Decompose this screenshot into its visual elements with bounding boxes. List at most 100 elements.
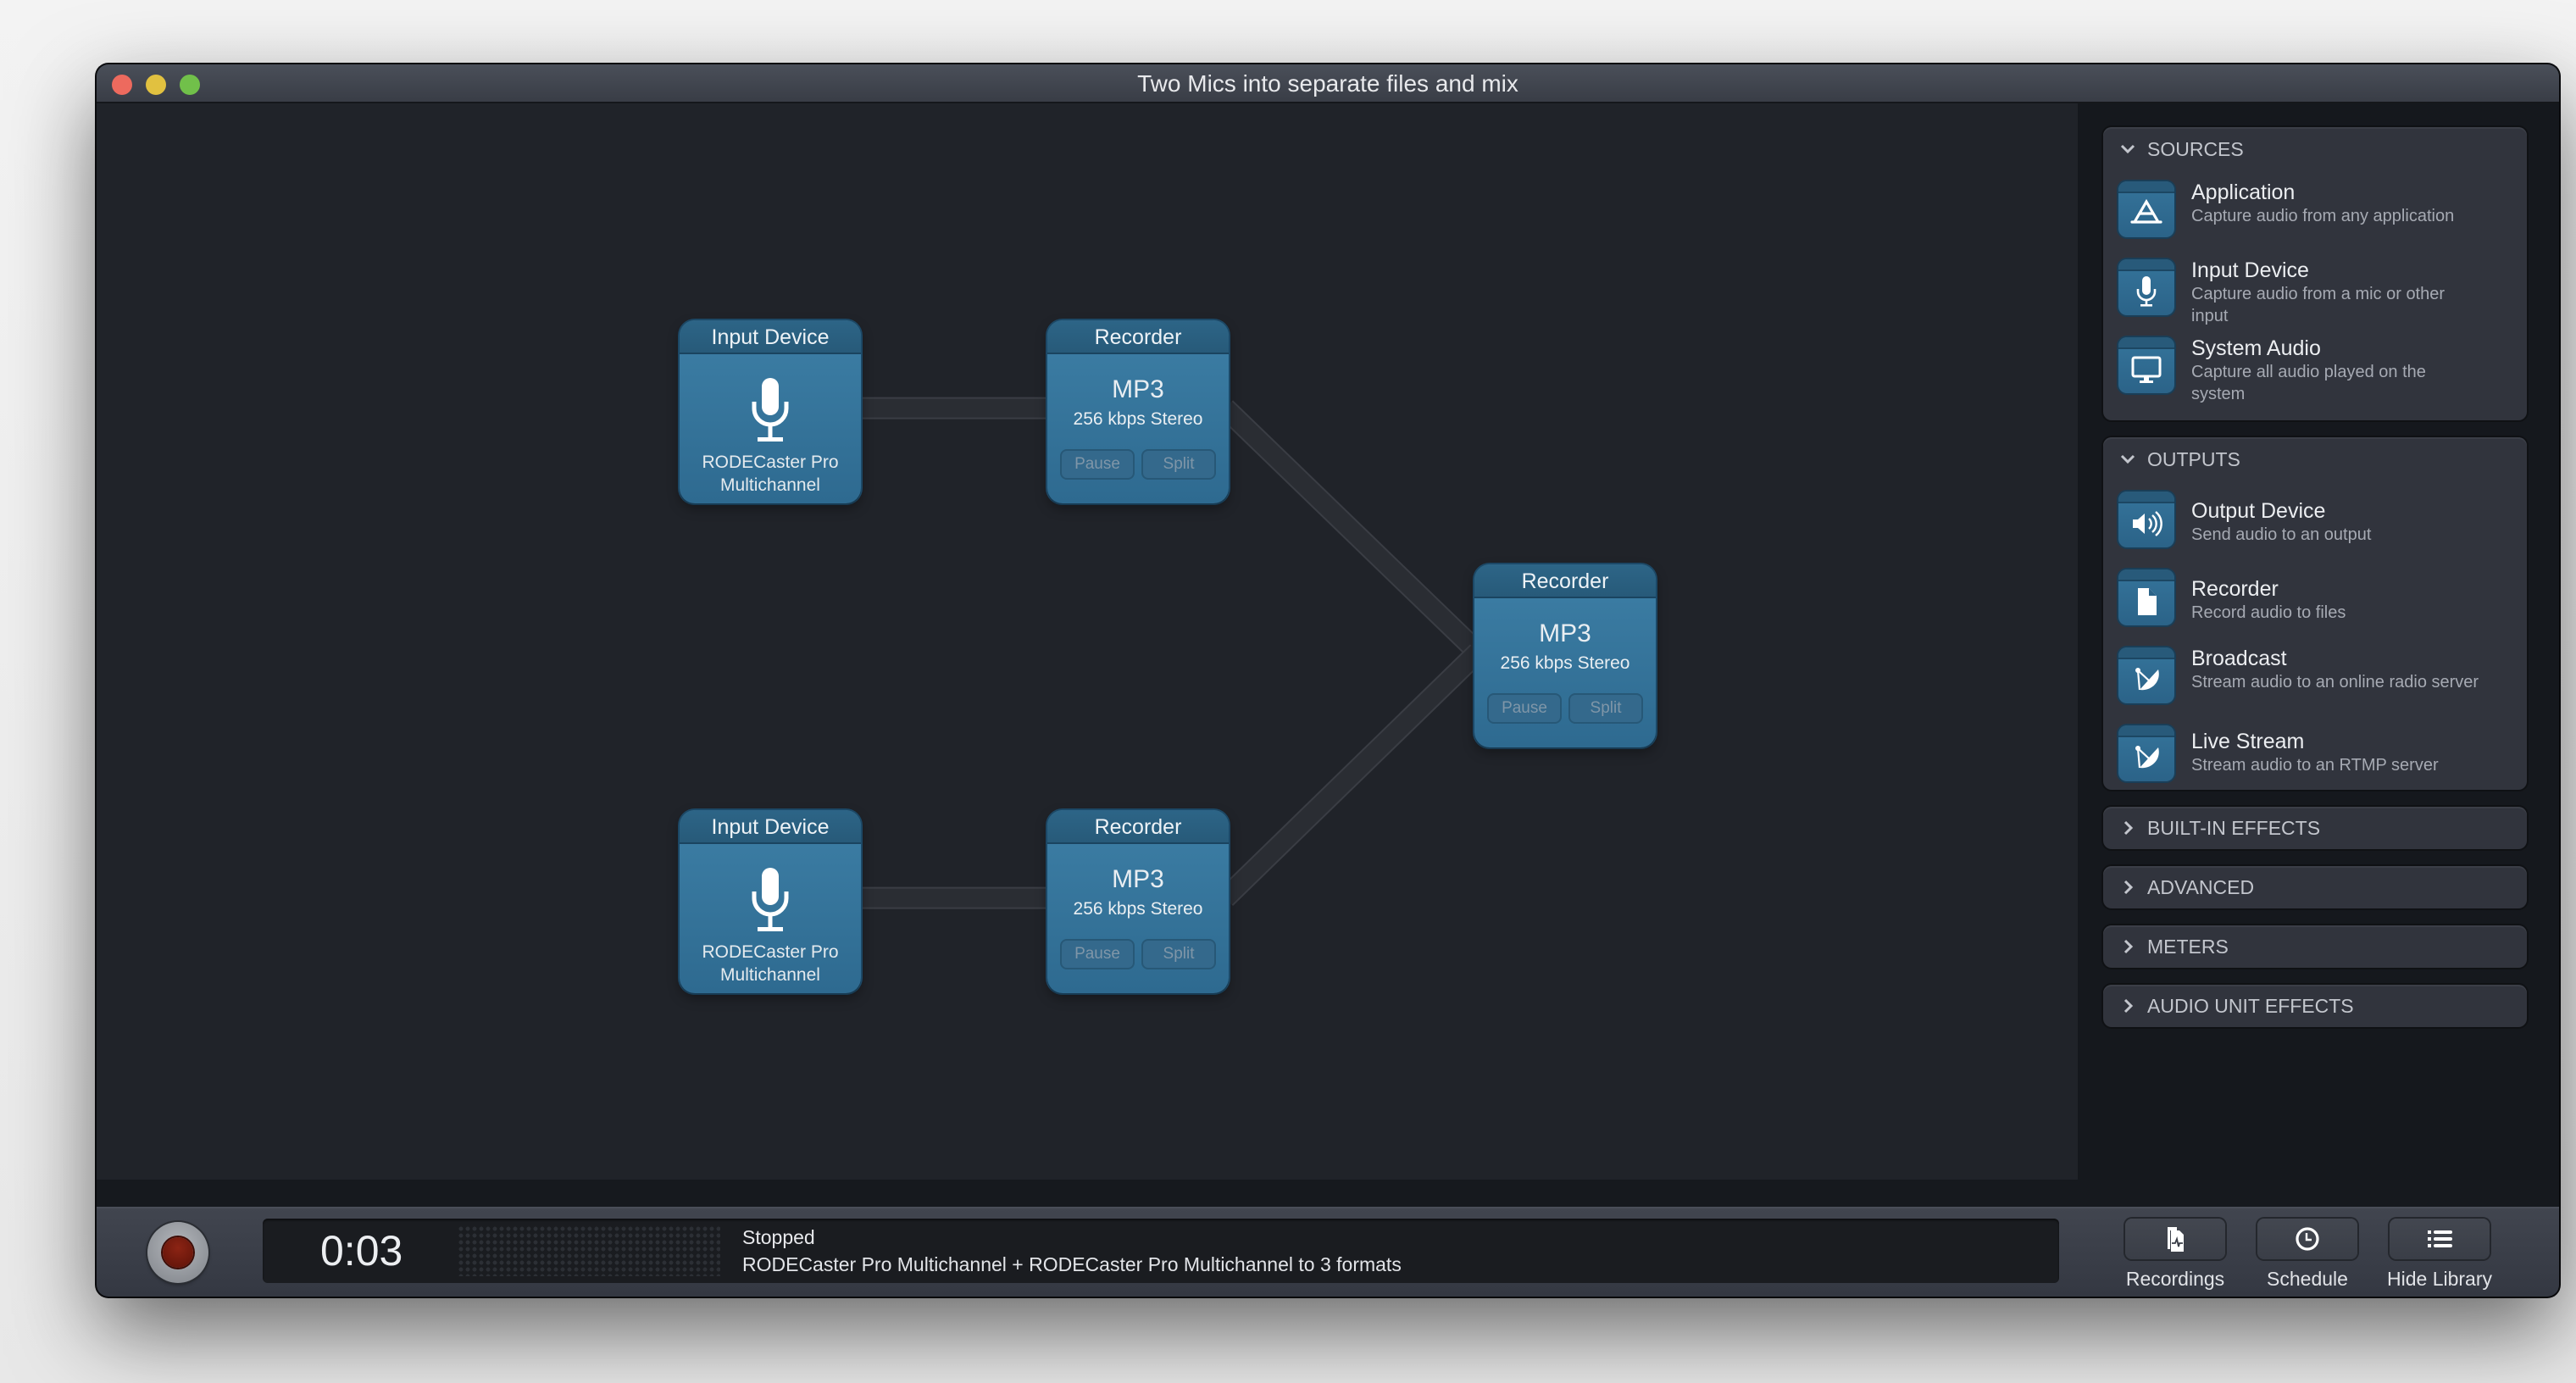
item-description: Capture all audio played on the system	[2191, 363, 2426, 403]
list-icon	[2428, 1230, 2452, 1247]
item-title: Output Device	[2191, 499, 2326, 523]
tool-label: Schedule	[2267, 1268, 2348, 1290]
pause-button[interactable]: Pause	[1487, 693, 1562, 724]
built-in-effects-section[interactable]: BUILT-IN EFFECTS	[2103, 807, 2527, 849]
item-title: System Audio	[2191, 336, 2321, 360]
chevron-down-icon	[2120, 144, 2135, 154]
section-label: ADVANCED	[2147, 876, 2255, 898]
schedule-button-face[interactable]	[2257, 1219, 2357, 1259]
device-name-line1: RODECaster Pro	[702, 453, 839, 472]
section-label: METERS	[2147, 936, 2229, 958]
item-title: Application	[2191, 181, 2296, 204]
connection-wires	[858, 397, 1486, 909]
recordings-button[interactable]: Recordings	[2112, 1219, 2239, 1291]
chevron-right-icon	[2124, 939, 2134, 954]
split-button[interactable]: Split	[1568, 693, 1643, 724]
item-title: Input Device	[2191, 258, 2309, 282]
connection-wire-core	[1219, 645, 1485, 905]
pause-button[interactable]: Pause	[1060, 939, 1135, 969]
device-name-line2: Multichannel	[720, 475, 820, 495]
chevron-right-icon	[2124, 998, 2134, 1014]
item-title: Broadcast	[2191, 647, 2287, 670]
section-header[interactable]: ADVANCED	[2103, 866, 2527, 908]
audio-graph-canvas[interactable]: Input Device RODECaster Pro Multichannel…	[97, 103, 2078, 1180]
item-description: Capture audio from a mic or other input	[2191, 285, 2446, 325]
library-item-recorder[interactable]: Recorder Record audio to files	[2118, 569, 2518, 637]
recorder-node-mix[interactable]: Recorder MP3 256 kbps Stereo Pause Split	[1474, 564, 1656, 747]
section-header[interactable]: AUDIO UNIT EFFECTS	[2103, 985, 2527, 1027]
session-description: RODECaster Pro Multichannel + RODECaster…	[742, 1253, 1402, 1275]
section-header[interactable]: METERS	[2103, 925, 2527, 968]
recordings-button-face[interactable]	[2125, 1219, 2225, 1259]
meters-section[interactable]: METERS	[2103, 925, 2527, 968]
microphone-icon	[2118, 259, 2174, 315]
item-description: Record audio to files	[2191, 603, 2346, 622]
recorder-format: MP3	[1112, 375, 1164, 403]
item-description: Send audio to an output	[2191, 525, 2372, 544]
hide-library-button[interactable]: Hide Library	[2376, 1219, 2503, 1291]
app-store-icon	[2118, 181, 2174, 237]
split-button[interactable]: Split	[1141, 449, 1216, 480]
item-description: Stream audio to an online radio server	[2191, 673, 2479, 692]
recorder-format: MP3	[1112, 865, 1164, 893]
library-item-system-audio[interactable]: System Audio Capture all audio played on…	[2118, 336, 2518, 405]
item-title: Recorder	[2191, 577, 2279, 601]
input-device-node[interactable]: Input Device RODECaster Pro Multichannel	[680, 320, 861, 503]
sources-section-header[interactable]: SOURCES	[2103, 127, 2527, 171]
library-sidebar: SOURCES Application Capture audio from a…	[2078, 103, 2559, 1180]
node-title: Recorder	[1047, 320, 1229, 354]
library-item-output-device[interactable]: Output Device Send audio to an output	[2118, 492, 2518, 559]
section-label: AUDIO UNIT EFFECTS	[2147, 995, 2354, 1017]
connection-wire-core	[1219, 401, 1485, 659]
device-name: RODECaster Pro Multichannel	[680, 941, 861, 986]
split-button[interactable]: Split	[1141, 939, 1216, 969]
device-name: RODECaster Pro Multichannel	[680, 451, 861, 497]
document-icon	[2118, 569, 2174, 625]
recorder-bitrate: 256 kbps Stereo	[1500, 653, 1630, 673]
audio-unit-effects-section[interactable]: AUDIO UNIT EFFECTS	[2103, 985, 2527, 1027]
chevron-down-icon	[2120, 454, 2135, 464]
chevron-right-icon	[2124, 880, 2134, 895]
record-icon	[163, 1237, 193, 1268]
device-name-line1: RODECaster Pro	[702, 942, 839, 962]
recordings-icon	[2168, 1227, 2184, 1252]
recorder-node[interactable]: Recorder MP3 256 kbps Stereo Pause Split	[1047, 320, 1229, 503]
outputs-section: OUTPUTS Output Device Send audio to an o…	[2103, 437, 2527, 790]
section-label: OUTPUTS	[2147, 448, 2240, 470]
divider	[97, 1180, 2559, 1207]
recorder-bitrate: 256 kbps Stereo	[1073, 409, 1203, 429]
library-item-broadcast[interactable]: Broadcast Stream audio to an online radi…	[2118, 647, 2518, 715]
recorder-format: MP3	[1539, 619, 1591, 647]
item-description: Stream audio to an RTMP server	[2191, 756, 2439, 775]
satellite-dish-icon	[2118, 725, 2174, 781]
tool-label: Hide Library	[2387, 1268, 2492, 1290]
outputs-section-header[interactable]: OUTPUTS	[2103, 437, 2527, 481]
pause-button[interactable]: Pause	[1060, 449, 1135, 480]
monitor-icon	[2118, 337, 2174, 393]
advanced-section[interactable]: ADVANCED	[2103, 866, 2527, 908]
section-header[interactable]: BUILT-IN EFFECTS	[2103, 807, 2527, 849]
transport-bar: 0:03 Stopped RODECaster Pro Multichannel…	[97, 1207, 2559, 1297]
item-title: Live Stream	[2191, 730, 2305, 753]
level-meter	[458, 1225, 720, 1276]
item-description: Capture audio from any application	[2191, 207, 2455, 225]
node-title: Recorder	[1474, 564, 1656, 598]
microphone-icon	[752, 868, 789, 931]
library-item-application[interactable]: Application Capture audio from any appli…	[2118, 181, 2518, 249]
record-button[interactable]	[147, 1222, 208, 1283]
status-text: Stopped	[742, 1226, 815, 1248]
title-bar: Two Mics into separate files and mix	[97, 64, 2559, 103]
library-item-input-device[interactable]: Input Device Capture audio from a mic or…	[2118, 258, 2518, 327]
app-window: Two Mics into separate files and mix Inp…	[97, 64, 2559, 1297]
chevron-right-icon	[2124, 820, 2134, 836]
recorder-node[interactable]: Recorder MP3 256 kbps Stereo Pause Split	[1047, 810, 1229, 993]
status-display: 0:03 Stopped RODECaster Pro Multichannel…	[263, 1219, 2059, 1283]
library-item-live-stream[interactable]: Live Stream Stream audio to an RTMP serv…	[2118, 725, 2518, 793]
section-label: SOURCES	[2147, 138, 2244, 160]
recorder-bitrate: 256 kbps Stereo	[1073, 899, 1203, 919]
schedule-button[interactable]: Schedule	[2244, 1219, 2371, 1291]
hide-library-button-face[interactable]	[2390, 1219, 2490, 1259]
satellite-dish-icon	[2118, 647, 2174, 703]
input-device-node[interactable]: Input Device RODECaster Pro Multichannel	[680, 810, 861, 993]
microphone-icon	[752, 378, 789, 442]
